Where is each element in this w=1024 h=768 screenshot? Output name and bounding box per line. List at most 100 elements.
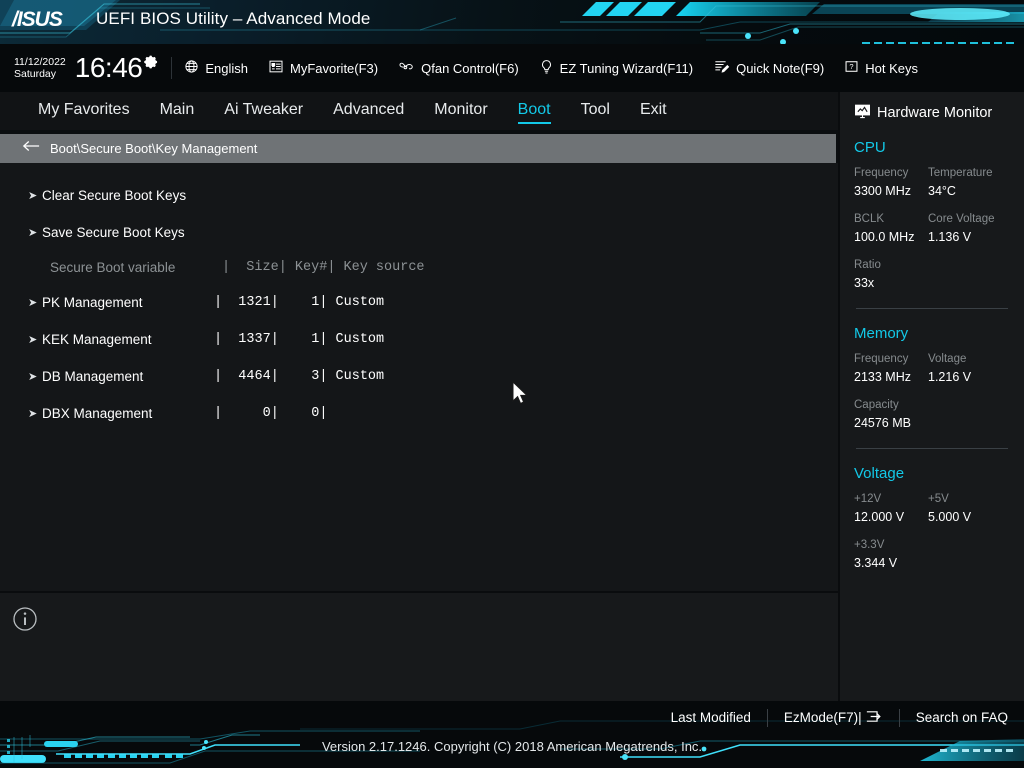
- row-label: DBX Management: [42, 406, 214, 421]
- monitor-icon: [854, 103, 871, 123]
- toolbar-label: MyFavorite(F3): [290, 61, 378, 76]
- hw-value: 1.136 V: [928, 228, 1002, 246]
- tab-tool[interactable]: Tool: [581, 101, 610, 121]
- hw-value: 5.000 V: [928, 508, 1002, 526]
- table-header-row: Secure Boot variable | Size| Key#| Key s…: [0, 251, 838, 284]
- toolbar-item-english[interactable]: English: [184, 59, 248, 77]
- hw-row: Ratio 33x: [854, 257, 1010, 292]
- table-row[interactable]: ➤ DB Management | 4464| 3| Custom: [0, 358, 838, 395]
- hw-value: 3.344 V: [854, 554, 928, 572]
- column-header-values: | Size| Key#| Key source: [222, 260, 425, 275]
- gear-icon[interactable]: [144, 54, 159, 74]
- back-arrow-icon[interactable]: [22, 139, 40, 158]
- ezmode-label: EzMode(F7)|: [784, 710, 862, 725]
- chevron-right-icon: ➤: [28, 189, 42, 202]
- menu-item-clear-secure-boot-keys[interactable]: ➤ Clear Secure Boot Keys: [0, 177, 838, 214]
- toolbar-label: Hot Keys: [865, 61, 918, 76]
- toolbar-item-myfavorite[interactable]: MyFavorite(F3): [268, 59, 378, 77]
- date-block: 11/12/2022 Saturday: [14, 56, 66, 81]
- tab-ai-tweaker[interactable]: Ai Tweaker: [224, 101, 303, 121]
- tab-main[interactable]: Main: [160, 101, 195, 121]
- time-text: 16:46: [75, 53, 143, 83]
- table-row[interactable]: ➤ PK Management | 1321| 1| Custom: [0, 284, 838, 321]
- hw-divider: [856, 308, 1008, 309]
- hw-row: +3.3V 3.344 V: [854, 537, 1010, 572]
- hw-key: +5V: [928, 491, 1002, 508]
- version-text: Version 2.17.1246. Copyright (C) 2018 Am…: [0, 739, 1024, 754]
- fan-icon: [398, 59, 415, 77]
- toolbar-divider: [171, 57, 172, 79]
- hw-value: 2133 MHz: [854, 368, 928, 386]
- hw-cell: +3.3V 3.344 V: [854, 537, 928, 572]
- toolbar-item-hot-keys[interactable]: ? Hot Keys: [844, 59, 918, 77]
- hw-key: Frequency: [854, 165, 928, 182]
- tab-monitor[interactable]: Monitor: [434, 101, 487, 121]
- hw-cell: Frequency 2133 MHz: [854, 351, 928, 386]
- chevron-right-icon: ➤: [28, 407, 42, 420]
- tab-boot[interactable]: Boot: [518, 101, 551, 121]
- toolbar-label: EZ Tuning Wizard(F11): [560, 61, 693, 76]
- toolbar-item-quick-note[interactable]: Quick Note(F9): [713, 59, 824, 77]
- hw-value: 12.000 V: [854, 508, 928, 526]
- hw-row: Frequency 3300 MHz Temperature 34°C: [854, 165, 1010, 200]
- search-on-faq-button[interactable]: Search on FAQ: [916, 710, 1008, 725]
- hw-section-title-memory: Memory: [854, 325, 1010, 342]
- chevron-right-icon: ➤: [28, 333, 42, 346]
- hw-row: +12V 12.000 V +5V 5.000 V: [854, 491, 1010, 526]
- menu-item-label: Save Secure Boot Keys: [42, 225, 185, 240]
- toolbar-label: English: [205, 61, 248, 76]
- column-header-variable: Secure Boot variable: [50, 260, 222, 275]
- menu-item-label: Clear Secure Boot Keys: [42, 188, 186, 203]
- main-tabs: My Favorites Main Ai Tweaker Advanced Mo…: [0, 92, 840, 130]
- header-bar: /ISUS UEFI BIOS Utility – Advanced Mode: [0, 0, 1024, 44]
- ezmode-button[interactable]: EzMode(F7)|: [784, 709, 883, 727]
- hw-cell: Core Voltage 1.136 V: [928, 211, 1002, 246]
- hardware-monitor-panel: Hardware Monitor CPU Frequency 3300 MHz …: [840, 92, 1024, 701]
- toolbar: 11/12/2022 Saturday 16:46 English: [0, 44, 1024, 92]
- row-label: KEK Management: [42, 332, 214, 347]
- tab-advanced[interactable]: Advanced: [333, 101, 404, 121]
- hw-value: 3300 MHz: [854, 182, 928, 200]
- chevron-right-icon: ➤: [28, 296, 42, 309]
- row-values: | 4464| 3| Custom: [214, 369, 384, 384]
- hw-value: 34°C: [928, 182, 1002, 200]
- hw-row: BCLK 100.0 MHz Core Voltage 1.136 V: [854, 211, 1010, 246]
- main-content: ➤ Clear Secure Boot Keys ➤ Save Secure B…: [0, 163, 838, 591]
- hw-key: Temperature: [928, 165, 1002, 182]
- hw-value: 24576 MB: [854, 414, 928, 432]
- footer-actions: Last Modified EzMode(F7)| Search on FAQ: [0, 701, 1024, 734]
- menu-item-save-secure-boot-keys[interactable]: ➤ Save Secure Boot Keys: [0, 214, 838, 251]
- help-strip: [0, 591, 838, 701]
- hw-cell: Frequency 3300 MHz: [854, 165, 928, 200]
- info-icon[interactable]: [12, 606, 38, 637]
- hw-value: 33x: [854, 274, 928, 292]
- hw-cell: BCLK 100.0 MHz: [854, 211, 928, 246]
- toolbar-item-qfan-control[interactable]: Qfan Control(F6): [398, 59, 519, 77]
- bios-screen: /ISUS UEFI BIOS Utility – Advanced Mode …: [0, 0, 1024, 768]
- question-box-icon: ?: [844, 59, 859, 77]
- hw-section-title-voltage: Voltage: [854, 465, 1010, 482]
- footer-bar: Last Modified EzMode(F7)| Search on FAQ …: [0, 701, 1024, 768]
- toolbar-item-ez-tuning-wizard[interactable]: EZ Tuning Wizard(F11): [539, 59, 693, 78]
- hw-key: Ratio: [854, 257, 928, 274]
- hw-cell: Ratio 33x: [854, 257, 928, 292]
- hw-key: Capacity: [854, 397, 928, 414]
- svg-text:?: ?: [850, 62, 854, 71]
- hw-cell: +12V 12.000 V: [854, 491, 928, 526]
- row-values: | 1321| 1| Custom: [214, 295, 384, 310]
- page-title: UEFI BIOS Utility – Advanced Mode: [96, 9, 370, 29]
- hw-value: 100.0 MHz: [854, 228, 928, 246]
- mouse-cursor: [511, 381, 531, 413]
- toolbar-label: Quick Note(F9): [736, 61, 824, 76]
- table-row[interactable]: ➤ KEK Management | 1337| 1| Custom: [0, 321, 838, 358]
- last-modified-button[interactable]: Last Modified: [671, 710, 751, 725]
- table-row[interactable]: ➤ DBX Management | 0| 0|: [0, 395, 838, 432]
- hw-key: Core Voltage: [928, 211, 1002, 228]
- hw-key: BCLK: [854, 211, 928, 228]
- bulb-icon: [539, 59, 554, 78]
- datetime-display: 11/12/2022 Saturday 16:46: [14, 53, 159, 83]
- tab-exit[interactable]: Exit: [640, 101, 667, 121]
- row-label: PK Management: [42, 295, 214, 310]
- breadcrumb[interactable]: Boot\Secure Boot\Key Management: [0, 134, 836, 163]
- tab-my-favorites[interactable]: My Favorites: [38, 101, 130, 121]
